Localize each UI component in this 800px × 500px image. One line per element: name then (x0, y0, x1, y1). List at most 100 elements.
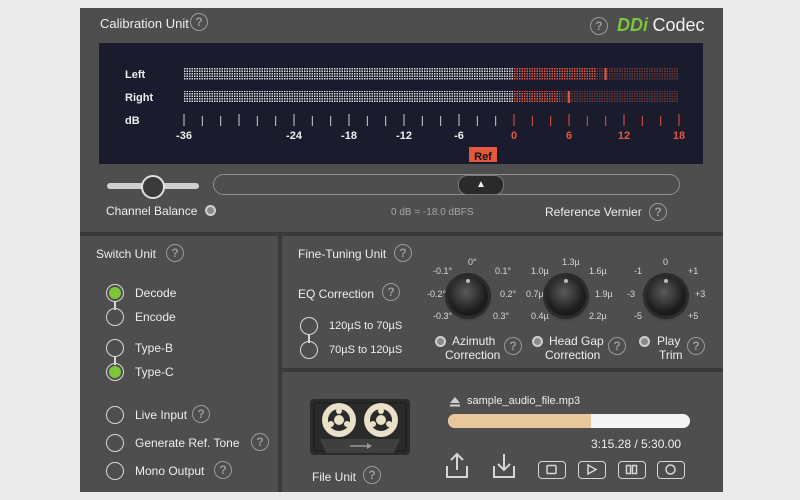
decode-label: Decode (135, 286, 177, 300)
generate-ref-help-icon[interactable]: ? (251, 433, 269, 451)
brand-logo: DDi Codec (617, 15, 704, 36)
left-meter-peak (604, 68, 607, 80)
play-icon (587, 463, 598, 476)
eq-120-to-70-radio[interactable] (300, 317, 318, 335)
live-input-help-icon[interactable]: ? (192, 405, 210, 423)
playback-time: 3:15.28 / 5:30.00 (591, 437, 682, 451)
azimuth-correction-label: Correction (445, 348, 501, 362)
live-input-radio[interactable] (106, 406, 124, 424)
fine-tuning-panel: Fine-Tuning Unit ? EQ Correction ? 120µS… (282, 236, 723, 368)
type-b-radio[interactable] (106, 339, 124, 357)
reference-vernier-handle[interactable]: ▲ (458, 175, 504, 195)
stop-icon (546, 464, 557, 475)
fine-tuning-help-icon[interactable]: ? (394, 244, 412, 262)
pause-icon (625, 464, 638, 475)
stop-button[interactable] (538, 461, 566, 479)
eq-70-to-120-label: 70µS to 120µS (329, 344, 403, 356)
file-unit-title: File Unit (312, 470, 357, 484)
play-trim-tick-label: +5 (688, 311, 699, 321)
azimuth-help-icon[interactable]: ? (504, 337, 522, 355)
play-trim-help-icon[interactable]: ? (687, 337, 705, 355)
head-gap-tick-label: 1.0µ (531, 266, 549, 276)
azimuth-indicator (435, 336, 446, 347)
play-trim-tick-label: -1 (634, 266, 643, 276)
download-icon[interactable] (489, 450, 519, 480)
eject-icon[interactable] (449, 395, 461, 407)
head-gap-tick-label: 0.4µ (531, 311, 549, 321)
right-meter-level (184, 91, 514, 103)
file-unit-panel: File Unit ? sample_audio_file.mp3 3:15.2… (282, 372, 723, 492)
head-gap-indicator (532, 336, 543, 347)
azimuth-knob[interactable] (448, 276, 488, 316)
left-meter-over-level (514, 68, 597, 80)
reference-vernier-label: Reference Vernier (545, 205, 642, 219)
mono-output-help-icon[interactable]: ? (214, 461, 232, 479)
play-trim-tick-label: -3 (627, 289, 636, 299)
play-button[interactable] (578, 461, 606, 479)
db-scale-label: -36 (176, 130, 192, 142)
brand-prefix: DDi (617, 15, 648, 35)
azimuth-tick-label: -0.3° (433, 311, 453, 321)
azimuth-tick-label: 0.1° (495, 266, 512, 276)
ref-marker: Ref (469, 147, 497, 163)
record-button[interactable] (657, 461, 685, 479)
calibration-panel: Calibration Unit ? ? DDi Codec Left Righ… (80, 8, 723, 232)
switch-unit-help-icon[interactable]: ? (166, 244, 184, 262)
head-gap-help-icon[interactable]: ? (608, 337, 626, 355)
azimuth-tick-label: 0° (468, 257, 477, 267)
play-trim-tick-label: 0 (663, 257, 669, 267)
right-meter-headroom (559, 91, 679, 103)
brand-name: Codec (652, 15, 705, 35)
play-label: Play (657, 334, 681, 348)
encode-label: Encode (135, 310, 176, 324)
head-gap-tick-label: 0.7µ (526, 289, 544, 299)
brand-help-icon[interactable]: ? (590, 17, 608, 35)
generate-ref-radio[interactable] (106, 434, 124, 452)
eq-correction-help-icon[interactable]: ? (382, 283, 400, 301)
db-scale-label: -6 (454, 130, 464, 142)
channel-balance-thumb[interactable] (141, 175, 165, 199)
ref-label: Ref (474, 151, 492, 163)
type-c-radio[interactable] (106, 363, 124, 381)
head-gap-tick-label: 2.2µ (589, 311, 607, 321)
play-trim-tick-label: +3 (695, 289, 706, 299)
head-gap-knob[interactable] (546, 276, 586, 316)
left-meter-headroom (596, 68, 679, 80)
head-gap-tick-label: 1.6µ (589, 266, 607, 276)
encode-radio[interactable] (106, 308, 124, 326)
right-meter-over-level (514, 91, 560, 103)
playback-progress-bar[interactable] (448, 414, 690, 428)
right-meter-peak (567, 91, 570, 103)
record-icon (665, 464, 676, 475)
eq-70-to-120-radio[interactable] (300, 341, 318, 359)
head-gap-correction-label: Correction (545, 348, 601, 362)
fine-tuning-title: Fine-Tuning Unit (298, 247, 387, 261)
head-gap-tick-label: 1.3µ (562, 257, 580, 267)
channel-balance-indicator (205, 205, 216, 216)
azimuth-tick-label: -0.2° (427, 289, 447, 299)
reference-vernier-help-icon[interactable]: ? (649, 203, 667, 221)
head-gap-label: Head Gap (549, 334, 604, 348)
db-scale-label: -18 (341, 130, 357, 142)
decode-radio[interactable] (106, 284, 124, 302)
eq-correction-title: EQ Correction (298, 287, 375, 301)
left-meter-level (184, 68, 514, 80)
db-scale-label: 0 (510, 130, 518, 142)
calibration-help-icon[interactable]: ? (190, 13, 208, 31)
play-trim-indicator (639, 336, 650, 347)
type-c-label: Type-C (135, 365, 174, 379)
mono-output-label: Mono Output (135, 464, 205, 478)
db-reference-info: 0 dB = -18.0 dBFS (391, 207, 474, 218)
filename: sample_audio_file.mp3 (467, 395, 581, 407)
play-trim-knob[interactable] (646, 276, 686, 316)
app-window: Calibration Unit ? ? DDi Codec Left Righ… (80, 8, 723, 492)
upload-icon[interactable] (442, 450, 472, 480)
pause-button[interactable] (618, 461, 646, 479)
db-scale-label: 12 (617, 130, 631, 142)
trim-label: Trim (659, 348, 683, 362)
file-unit-help-icon[interactable]: ? (363, 466, 381, 484)
db-scale-label: 6 (565, 130, 573, 142)
azimuth-tick-label: -0.1° (433, 266, 453, 276)
mono-output-radio[interactable] (106, 462, 124, 480)
reference-vernier-track[interactable] (213, 174, 680, 195)
